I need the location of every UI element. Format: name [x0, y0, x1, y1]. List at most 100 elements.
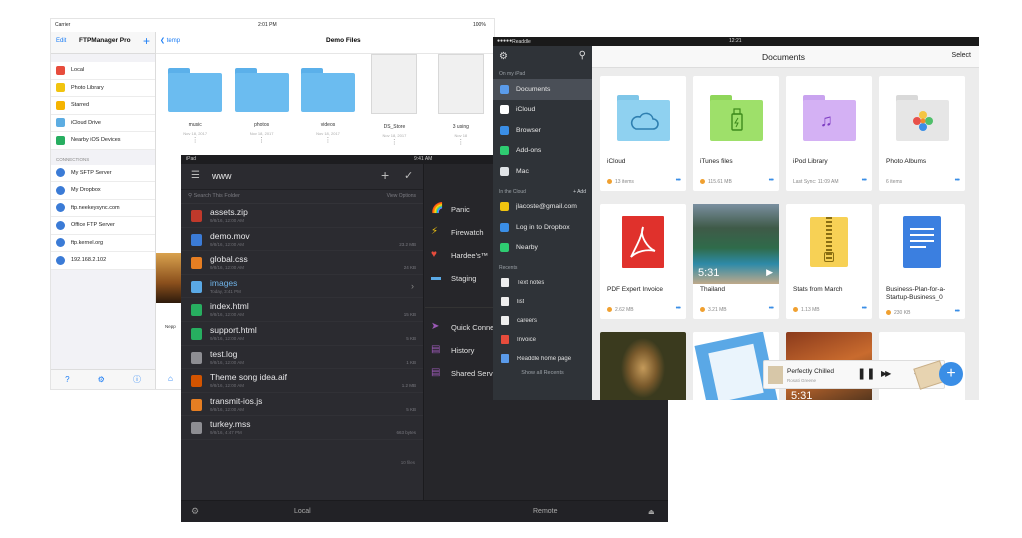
file-date: 9/8/16, 12:00 AM [210, 359, 245, 365]
more-icon[interactable]: ••• [862, 305, 867, 312]
more-icon[interactable]: ••• [676, 177, 681, 184]
tile-icloud[interactable]: iCloud 13 items ••• [600, 76, 686, 191]
tile-photo-albums[interactable]: Photo Albums 6 items ••• [879, 76, 965, 191]
sidebar-item[interactable]: iCloud [493, 100, 592, 121]
file-item[interactable]: 3 using Nov 18 ⋮ [428, 54, 494, 146]
file-row[interactable]: global.css 9/8/16, 12:00 AM 24 KB [181, 251, 423, 275]
more-icon[interactable]: ⋮ [325, 136, 332, 144]
back-button[interactable]: ❮ temp [160, 37, 180, 44]
tile-mona-lisa[interactable] [600, 332, 686, 400]
file-row[interactable]: index.html 9/8/16, 12:00 AM 15 KB [181, 298, 423, 322]
file-row[interactable]: turkey.mss 9/8/16, 4:47 PM 663 bytes [181, 416, 423, 440]
add-fab-button[interactable]: + [939, 362, 963, 386]
photo-thumbnail[interactable] [156, 253, 184, 303]
file-row[interactable]: transmit-ios.js 9/8/16, 12:00 AM 5 KB [181, 393, 423, 417]
settings-gear-icon[interactable]: ⚙ [191, 506, 199, 517]
more-icon[interactable]: ⋮ [391, 138, 398, 146]
cloud-item-label: jlacoste@gmail.com [516, 203, 577, 211]
more-icon[interactable]: ••• [769, 305, 774, 312]
connection-item[interactable]: ftp.kernel.org [51, 235, 155, 252]
file-row[interactable]: test.log 9/8/16, 12:00 AM 1 KB [181, 346, 423, 370]
local-tab[interactable]: Local [294, 508, 311, 515]
more-icon[interactable]: ⋮ [457, 138, 464, 146]
sidebar-item[interactable]: Starred [51, 97, 155, 115]
folder-title: www [212, 171, 232, 181]
sidebar-item[interactable]: Documents [493, 79, 592, 100]
more-icon[interactable]: ••• [955, 308, 960, 315]
sidebar-item[interactable]: Photo Library [51, 80, 155, 97]
folder-icon: ▬ [431, 272, 441, 283]
play-icon[interactable]: ▶ [766, 267, 773, 278]
edit-button[interactable]: Edit [56, 38, 66, 44]
cloud-item[interactable]: Nearby [493, 238, 592, 259]
cloud-item-label: Nearby [516, 244, 538, 252]
sidebar-item[interactable]: iCloud Drive [51, 115, 155, 132]
sidebar-item[interactable]: Mac [493, 161, 592, 182]
add-button[interactable]: + [381, 167, 389, 183]
view-options-button[interactable]: View Options [387, 193, 416, 199]
fast-forward-icon[interactable]: ▶▶ [881, 369, 891, 378]
show-all-recents-link[interactable]: Show all Recents [493, 370, 592, 376]
local-header: ☰ www + ✓ [181, 164, 423, 190]
file-item[interactable]: videos Nov 18, 2017 ⋮ [295, 68, 361, 146]
connection-item[interactable]: My SFTP Server [51, 165, 155, 182]
sidebar-item[interactable]: Browser [493, 120, 592, 141]
remote-tab[interactable]: Remote [533, 508, 558, 515]
file-name: turkey.mss [210, 419, 251, 430]
tile-name: Thailand [700, 286, 725, 293]
recent-item[interactable]: Invoice [493, 330, 592, 349]
select-button[interactable]: Select [952, 52, 971, 59]
sidebar-item[interactable]: Add-ons [493, 141, 592, 162]
recent-item[interactable]: Text notes [493, 273, 592, 292]
gear-icon[interactable]: ⚙ [499, 51, 508, 62]
select-check-button[interactable]: ✓ [404, 169, 413, 182]
add-cloud-button[interactable]: + Add [573, 189, 586, 195]
file-item[interactable]: music Nov 18, 2017 ⋮ [162, 68, 228, 146]
more-icon[interactable]: ••• [676, 305, 681, 312]
connection-item[interactable]: Office FTP Server [51, 217, 155, 235]
favorite-name: Hardee's™ [451, 251, 489, 260]
file-item[interactable]: DS_Store Nov 18, 2017 ⋮ [361, 54, 427, 146]
tile-ipod-library[interactable]: ♫ iPod Library Last Sync: 11:09 AM ••• [786, 76, 872, 191]
file-size: 1 KB [406, 359, 416, 365]
tile-stats-from-march[interactable]: Stats from March 1.13 MB ••• [786, 204, 872, 319]
more-icon[interactable]: ••• [769, 177, 774, 184]
search-icon[interactable]: ⚲ [579, 50, 586, 61]
documents-header: Documents Select [592, 46, 979, 68]
connection-item[interactable]: My Dropbox [51, 182, 155, 200]
tile-thailand[interactable]: 5:31 ▶ Thailand 3.21 MB ••• [693, 204, 779, 319]
document-icon [501, 316, 509, 325]
connection-item[interactable]: 192.168.2.102 [51, 252, 155, 270]
recent-item[interactable]: Readdle home page [493, 349, 592, 368]
file-name: images [210, 277, 238, 288]
tile-itunes-files[interactable]: iTunes files 115.61 MB ••• [693, 76, 779, 191]
sidebar-item[interactable]: Local [51, 62, 155, 80]
file-row[interactable]: images Today, 3:41 PM › [181, 275, 423, 299]
menu-icon[interactable]: ☰ [191, 170, 200, 181]
info-icon[interactable]: ⓘ [133, 374, 141, 385]
eject-icon[interactable]: ⏏ [648, 508, 655, 516]
cloud-item[interactable]: jlacoste@gmail.com [493, 197, 592, 218]
file-row[interactable]: support.html 9/8/16, 12:00 AM 5 KB [181, 322, 423, 346]
file-row[interactable]: demo.mov 9/8/16, 12:00 AM 23.2 MB [181, 228, 423, 252]
more-icon[interactable]: ••• [955, 177, 960, 184]
add-connection-button[interactable]: + [143, 34, 150, 48]
home-icon[interactable]: ⌂ [168, 374, 173, 383]
more-icon[interactable]: ••• [862, 177, 867, 184]
tile-pdf-invoice[interactable]: PDF Expert Invoice 2.62 MB ••• [600, 204, 686, 319]
pause-icon[interactable]: ❚❚ [857, 367, 875, 380]
sidebar-item[interactable]: Nearby iOS Devices [51, 132, 155, 150]
recent-item[interactable]: careers [493, 311, 592, 330]
recent-item[interactable]: list [493, 292, 592, 311]
search-bar[interactable]: ⚲ Search This Folder View Options [181, 190, 423, 204]
tile-business-plan[interactable]: Business-Plan-for-a-Startup-Business_0 2… [879, 204, 965, 319]
help-icon[interactable]: ? [65, 375, 69, 384]
more-icon[interactable]: ⋮ [192, 136, 199, 144]
connection-item[interactable]: ftp.neekeysync.com [51, 200, 155, 217]
file-row[interactable]: assets.zip 9/8/16, 12:00 AM [181, 204, 423, 228]
file-row[interactable]: Theme song idea.aif 9/8/16, 12:00 AM 1.2 M… [181, 369, 423, 393]
file-item[interactable]: photos Nov 18, 2017 ⋮ [228, 68, 294, 146]
gear-icon[interactable]: ⚙ [98, 375, 105, 384]
cloud-item[interactable]: Log in to Dropbox [493, 217, 592, 238]
more-icon[interactable]: ⋮ [258, 136, 265, 144]
